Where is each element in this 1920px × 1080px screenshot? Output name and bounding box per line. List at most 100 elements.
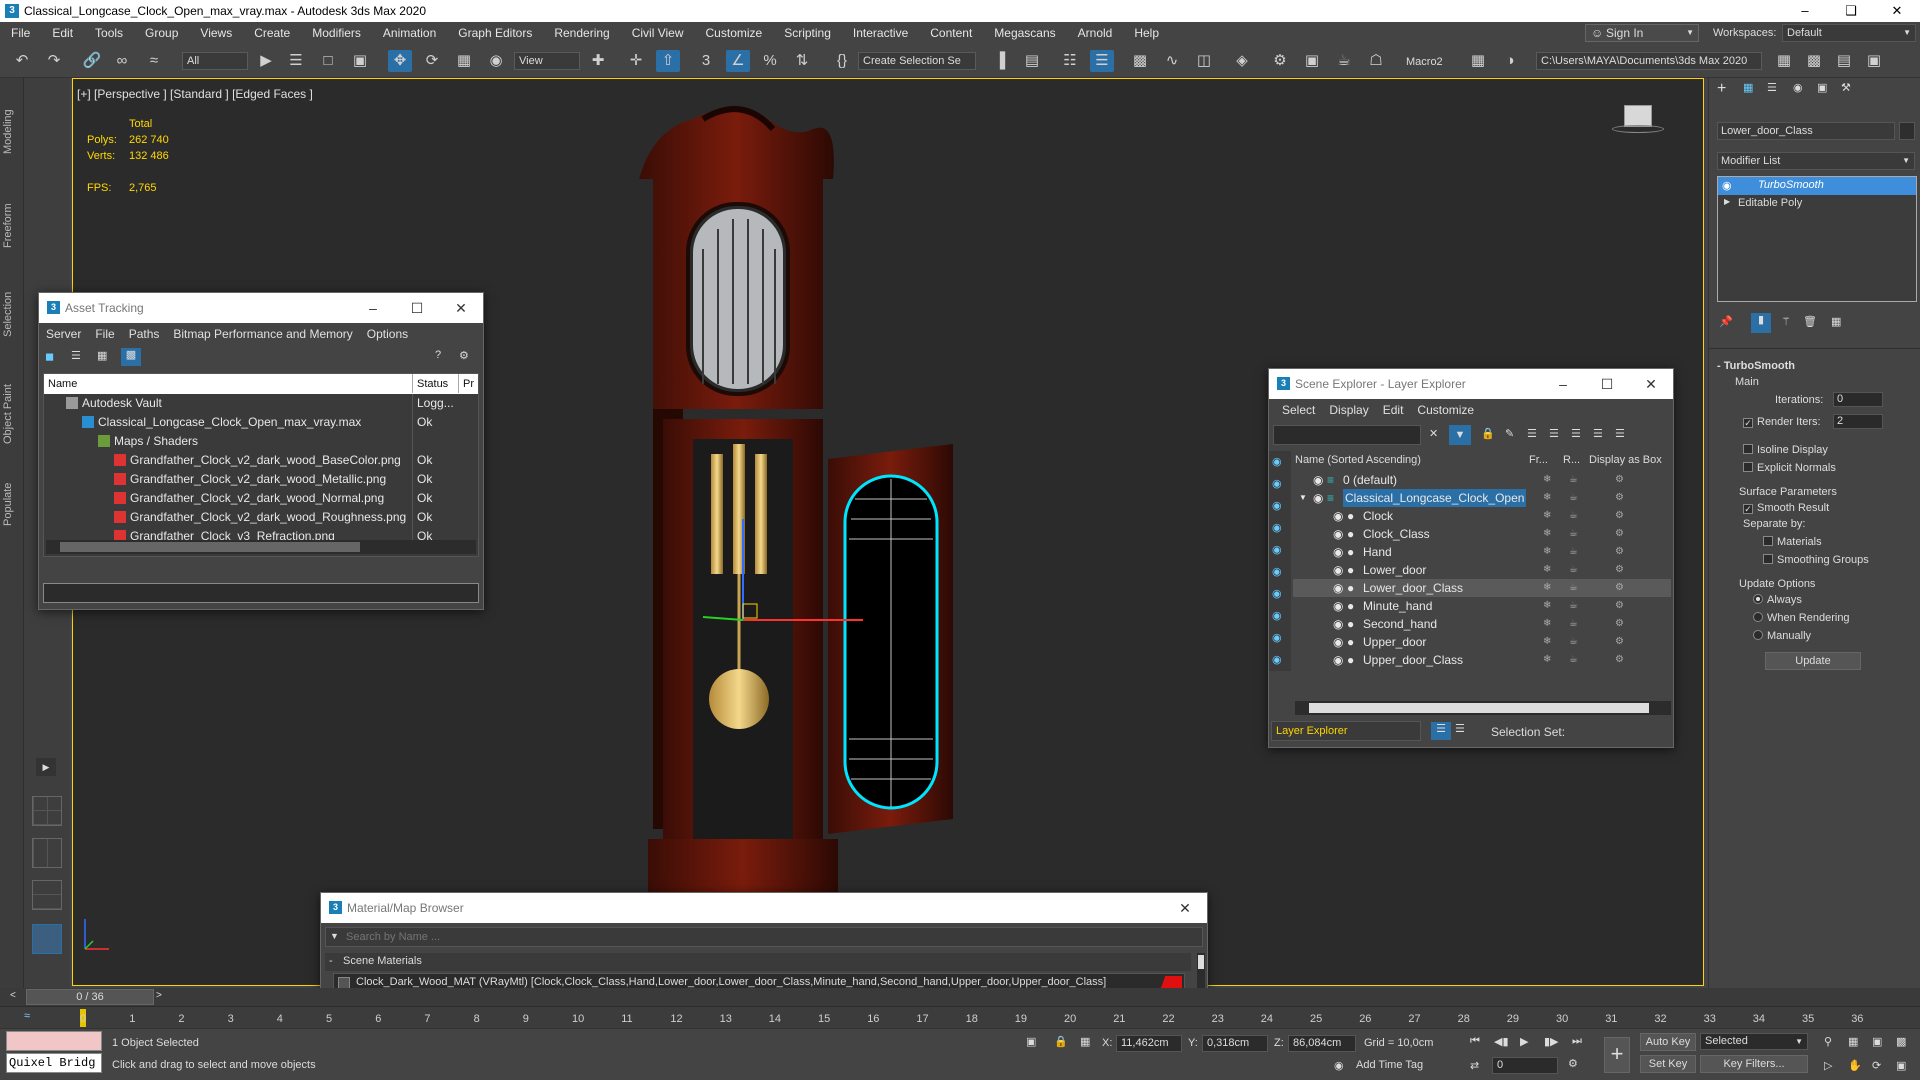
selection-lock-icon[interactable]: 🔒 xyxy=(1054,1035,1068,1048)
modify-tab-icon[interactable]: ▦ xyxy=(1743,81,1753,94)
frozen-icon[interactable]: ❄ xyxy=(1543,507,1551,525)
asset-menu-paths[interactable]: Paths xyxy=(122,327,167,341)
renderable-icon[interactable]: ☕ xyxy=(1569,543,1578,561)
ribbon-tab-populate[interactable]: Populate xyxy=(2,464,22,544)
layers-icon-5[interactable]: ☰ xyxy=(1615,427,1625,440)
ribbon-tab-freeform[interactable]: Freeform xyxy=(2,186,22,266)
frozen-icon[interactable]: ❄ xyxy=(1543,597,1551,615)
display-as-box-icon[interactable]: ⚙ xyxy=(1615,525,1624,543)
detail-view-icon[interactable]: ▦ xyxy=(97,349,107,362)
project-folder-dropdown[interactable]: C:\Users\MAYA\Documents\3ds Max 2020 xyxy=(1536,52,1762,70)
frozen-icon[interactable]: ❄ xyxy=(1543,651,1551,669)
edit-named-sets-icon[interactable]: {} xyxy=(830,50,854,72)
visibility-eye-icon[interactable]: ◉ xyxy=(1333,651,1343,669)
maximize-viewport-icon[interactable]: ▣ xyxy=(1896,1059,1906,1072)
menu-graph-editors[interactable]: Graph Editors xyxy=(447,22,543,44)
next-frame-arrow-icon[interactable]: > xyxy=(156,990,162,1001)
layout-grid-icon-3[interactable] xyxy=(32,880,62,910)
layers-icon-2[interactable]: ☰ xyxy=(1549,427,1559,440)
select-object-icon[interactable]: ▶ xyxy=(254,50,278,72)
scene-search-input[interactable] xyxy=(1273,425,1421,445)
turbosmooth-rollout-header[interactable]: - TurboSmooth xyxy=(1717,360,1795,372)
menu-views[interactable]: Views xyxy=(189,22,243,44)
move-icon[interactable]: ✥ xyxy=(388,50,412,72)
visibility-eye-icon[interactable]: ◉ xyxy=(1333,507,1343,525)
object-name-field[interactable]: Lower_door_Class xyxy=(1717,122,1895,140)
schematic-view-icon[interactable]: ◫ xyxy=(1192,50,1216,72)
minimize-button[interactable]: – xyxy=(1782,0,1828,22)
asset-row[interactable]: Grandfather_Clock_v2_dark_wood_Metallic.… xyxy=(44,470,478,489)
object-color-swatch[interactable] xyxy=(1899,122,1915,140)
macro-label[interactable]: Macro2 xyxy=(1406,56,1443,68)
scene-explorer-window[interactable]: 3 Scene Explorer - Layer Explorer – ☐ ✕ … xyxy=(1268,368,1674,748)
scale-icon[interactable]: ▦ xyxy=(452,50,476,72)
render-production-icon[interactable]: ☕ xyxy=(1332,50,1356,72)
smoothing-groups-checkbox[interactable]: Smoothing Groups xyxy=(1763,554,1869,566)
menu-rendering[interactable]: Rendering xyxy=(543,22,620,44)
eye-icon[interactable]: ◉ xyxy=(1722,179,1732,192)
menu-create[interactable]: Create xyxy=(243,22,301,44)
scene-explorer-titlebar[interactable]: 3 Scene Explorer - Layer Explorer – ☐ ✕ xyxy=(1269,369,1673,399)
renderable-icon[interactable]: ☕ xyxy=(1569,579,1578,597)
display-as-box-icon[interactable]: ⚙ xyxy=(1615,543,1624,561)
visibility-eye-icon[interactable]: ◉ xyxy=(1333,597,1343,615)
pivot-center-icon[interactable]: ✚ xyxy=(586,50,610,72)
asset-row[interactable]: Autodesk Vault Logg... xyxy=(44,394,478,413)
column-renderable[interactable]: R... xyxy=(1563,451,1580,470)
display-none-icon[interactable]: ◉ xyxy=(1272,455,1282,468)
layout-single-icon[interactable] xyxy=(32,924,62,954)
scene-explorer-icon[interactable]: ☷ xyxy=(1058,50,1082,72)
key-filters-button[interactable]: Key Filters... xyxy=(1700,1055,1808,1073)
scene-tree-row[interactable]: ◉ ● Hand ❄ ☕ ⚙ xyxy=(1293,543,1671,561)
motion-tab-icon[interactable]: ◉ xyxy=(1793,81,1803,94)
maxscript-input[interactable]: Quixel Bridg xyxy=(6,1053,102,1073)
selection-filter-dropdown[interactable]: All xyxy=(182,52,248,70)
frozen-icon[interactable]: ❄ xyxy=(1543,615,1551,633)
hierarchy-mode-icon[interactable]: ☰ xyxy=(1455,722,1465,735)
scene-tree-row[interactable]: ◉ ● Minute_hand ❄ ☕ ⚙ xyxy=(1293,597,1671,615)
asset-tracking-titlebar[interactable]: 3 Asset Tracking – ☐ ✕ xyxy=(39,293,483,323)
render-setup-icon[interactable]: ⚙ xyxy=(1268,50,1292,72)
zoom-extents-all-icon[interactable]: ▩ xyxy=(1896,1035,1906,1048)
renderable-icon[interactable]: ☕ xyxy=(1569,597,1578,615)
close-button[interactable]: ✕ xyxy=(1874,0,1920,22)
display-as-box-icon[interactable]: ⚙ xyxy=(1615,615,1624,633)
scene-tree-row[interactable]: ◉ ● Upper_door ❄ ☕ ⚙ xyxy=(1293,633,1671,651)
layers-icon-4[interactable]: ☰ xyxy=(1593,427,1603,440)
display-as-box-icon[interactable]: ⚙ xyxy=(1615,597,1624,615)
close-button[interactable]: ✕ xyxy=(439,293,483,323)
y-coordinate-field[interactable]: 0,318cm xyxy=(1202,1035,1268,1052)
viewport-label[interactable]: [+] [Perspective ] [Standard ] [Edged Fa… xyxy=(77,87,313,101)
frozen-icon[interactable]: ❄ xyxy=(1543,579,1551,597)
materials-checkbox[interactable]: Materials xyxy=(1763,536,1822,548)
display-spacewarps-icon[interactable]: ◉ xyxy=(1272,587,1282,600)
display-shapes-icon[interactable]: ◉ xyxy=(1272,499,1282,512)
horizontal-scrollbar[interactable] xyxy=(1295,701,1671,715)
asset-path-field[interactable] xyxy=(43,583,479,603)
frozen-icon[interactable]: ❄ xyxy=(1543,489,1551,507)
spinner-snap-icon[interactable]: ⇅ xyxy=(790,50,814,72)
visibility-eye-icon[interactable]: ◉ xyxy=(1313,471,1323,489)
asset-menu-file[interactable]: File xyxy=(88,327,121,341)
visibility-eye-icon[interactable]: ◉ xyxy=(1333,579,1343,597)
renderable-icon[interactable]: ☕ xyxy=(1569,471,1578,489)
chevron-down-icon[interactable]: ▼ xyxy=(330,931,339,941)
close-button[interactable]: ✕ xyxy=(1163,893,1207,923)
add-time-tag[interactable]: Add Time Tag xyxy=(1356,1059,1423,1071)
when-rendering-radio[interactable]: When Rendering xyxy=(1753,612,1850,624)
time-tag-icon[interactable]: ◉ xyxy=(1334,1059,1344,1072)
percent-snap-icon[interactable]: % xyxy=(758,50,782,72)
configure-sets-icon[interactable]: ▦ xyxy=(1831,315,1841,328)
expand-arrow-icon[interactable]: ▶ xyxy=(1724,197,1730,206)
display-geometry-icon[interactable]: ◉ xyxy=(1272,477,1282,490)
pin-stack-icon[interactable]: 📌 xyxy=(1719,315,1733,328)
zoom-all-icon[interactable]: ▦ xyxy=(1848,1035,1858,1048)
asset-row[interactable]: Grandfather_Clock_v2_dark_wood_BaseColor… xyxy=(44,451,478,470)
asset-row[interactable]: Grandfather_Clock_v2_dark_wood_Normal.pn… xyxy=(44,489,478,508)
project-icon-4[interactable]: ▣ xyxy=(1862,50,1886,72)
renderable-icon[interactable]: ☕ xyxy=(1569,633,1578,651)
menu-customize[interactable]: Customize xyxy=(695,22,774,44)
clear-search-icon[interactable]: ✕ xyxy=(1429,427,1438,440)
zoom-extents-icon[interactable]: ▣ xyxy=(1872,1035,1882,1048)
maximize-button[interactable]: ❑ xyxy=(1828,0,1874,22)
